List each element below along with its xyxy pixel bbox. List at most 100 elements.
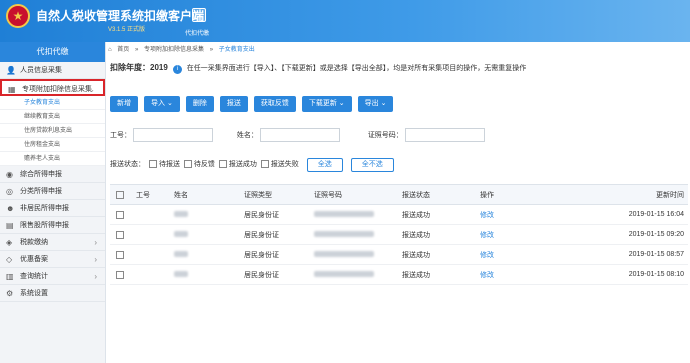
corp-icon[interactable] <box>192 8 206 22</box>
table-row: 居民身份证 报送成功 修改 2019-01-15 09:20 <box>110 224 688 245</box>
time-cell: 2019-01-15 16:04 <box>536 204 688 225</box>
sidebar-item-categorized[interactable]: ◎ 分类所得申报 <box>0 183 105 200</box>
filter-fields: 工号： 姓名： 证照号码： <box>110 128 485 142</box>
checkbox-pending-report[interactable] <box>148 160 157 169</box>
sidebar-subitem-child-education[interactable]: 子女教育支出 <box>0 96 105 110</box>
checkbox-pending-feedback[interactable] <box>183 160 192 169</box>
chevron-right-icon: › <box>94 255 97 264</box>
download-update-button[interactable]: 下载更新 ⌄ <box>301 96 352 112</box>
get-feedback-button[interactable]: 获取反馈 <box>253 96 296 112</box>
sidebar-item-preferential[interactable]: ◇ 优惠备案 › <box>0 251 105 268</box>
col-name: 姓名 <box>170 184 240 205</box>
sidebar-item-special-deduction[interactable]: ▦ 专项附加扣除信息采集 ⌄ <box>0 79 105 96</box>
edit-link[interactable]: 修改 <box>476 224 536 245</box>
sidebar-subitem-continuing-education[interactable]: 继续教育支出 <box>0 110 105 124</box>
status-cell: 报送成功 <box>398 224 476 245</box>
app-header: ★ 自然人税收管理系统扣缴客户端 V3.1.5 正式版 代扣代缴 <box>0 0 690 42</box>
table-row: 居民身份证 报送成功 修改 2019-01-15 08:57 <box>110 244 688 265</box>
sidebar-item-tax-payment[interactable]: ◈ 税款缴纳 › <box>0 234 105 251</box>
col-op: 操作 <box>476 184 536 205</box>
id-no-redacted <box>314 270 374 277</box>
row-checkbox[interactable] <box>116 250 124 259</box>
row-checkbox[interactable] <box>116 210 124 219</box>
table-row: 居民身份证 报送成功 修改 2019-01-15 08:10 <box>110 264 688 285</box>
table-header-row: 工号 姓名 证照类型 证照号码 报送状态 操作 更新时间 <box>110 184 688 205</box>
chevron-right-icon: › <box>94 272 97 281</box>
job-no-label: 工号： <box>110 131 131 139</box>
status-cell: 报送成功 <box>398 244 476 265</box>
id-type-cell: 居民身份证 <box>240 204 310 225</box>
name-redacted <box>174 230 188 237</box>
time-cell: 2019-01-15 09:20 <box>536 224 688 245</box>
id-no-input[interactable] <box>404 128 485 142</box>
sidebar-subitem-housing-rent[interactable]: 住房租金支出 <box>0 138 105 152</box>
table-row: 居民身份证 报送成功 修改 2019-01-15 16:04 <box>110 204 688 225</box>
id-type-cell: 居民身份证 <box>240 224 310 245</box>
categorized-icon: ◎ <box>6 187 13 196</box>
payment-icon: ◈ <box>6 238 13 247</box>
row-checkbox[interactable] <box>116 230 124 239</box>
sidebar-subitem-housing-loan[interactable]: 住房贷款利息支出 <box>0 124 105 138</box>
status-label: 报送状态： <box>110 161 145 168</box>
chevron-down-icon: ⌄ <box>380 100 387 107</box>
corp-label[interactable]: 代扣代缴 <box>185 28 209 37</box>
chevron-down-icon: ⌄ <box>166 100 173 107</box>
deduction-year: 扣除年度：2019 <box>110 63 168 72</box>
tax-emblem-icon: ★ <box>6 4 30 28</box>
id-no-label: 证照号码： <box>367 131 403 139</box>
chevron-down-icon: ⌄ <box>338 100 345 107</box>
person-icon: 👤 <box>6 66 16 75</box>
sidebar-item-person-info[interactable]: 👤 人员信息采集 <box>0 62 105 79</box>
row-checkbox[interactable] <box>116 270 124 279</box>
query-icon: ▥ <box>6 272 14 281</box>
status-cell: 报送成功 <box>398 264 476 285</box>
app-version: V3.1.5 正式版 <box>108 27 146 33</box>
breadcrumb-home[interactable]: 首页 <box>117 47 129 53</box>
name-redacted <box>174 270 188 277</box>
checkbox-report-failed[interactable] <box>260 160 269 169</box>
name-redacted <box>174 210 188 217</box>
sidebar: 代扣代缴 👤 人员信息采集 ▦ 专项附加扣除信息采集 ⌄ 子女教育支出 继续教育… <box>0 42 106 363</box>
col-status: 报送状态 <box>398 184 476 205</box>
sidebar-subitem-elderly-support[interactable]: 赡养老人支出 <box>0 152 105 166</box>
toolbar: 新增 导入 ⌄ 删除 报送 获取反馈 下载更新 ⌄ 导出 ⌄ <box>110 96 394 112</box>
col-id-no: 证照号码 <box>310 184 398 205</box>
edit-link[interactable]: 修改 <box>476 244 536 265</box>
nonresident-icon: ☻ <box>6 204 15 213</box>
report-button[interactable]: 报送 <box>219 96 248 112</box>
id-type-cell: 居民身份证 <box>240 244 310 265</box>
col-update-time: 更新时间 <box>536 184 688 205</box>
edit-link[interactable]: 修改 <box>476 264 536 285</box>
breadcrumb-level1[interactable]: 专项附加扣除信息采集 <box>144 47 204 53</box>
sidebar-item-settings[interactable]: ⚙ 系统设置 <box>0 285 105 302</box>
app-title: 自然人税收管理系统扣缴客户端 <box>36 9 205 23</box>
home-icon[interactable]: ⌂ <box>108 47 112 53</box>
sidebar-item-nonresident[interactable]: ☻ 非居民所得申报 <box>0 200 105 217</box>
comprehensive-icon: ◉ <box>6 170 13 179</box>
checkbox-report-success[interactable] <box>218 160 227 169</box>
delete-button[interactable]: 删除 <box>185 96 214 112</box>
id-no-redacted <box>314 210 374 217</box>
chevron-right-icon: › <box>94 238 97 247</box>
export-button[interactable]: 导出 ⌄ <box>357 96 394 112</box>
status-cell: 报送成功 <box>398 204 476 225</box>
year-row: 扣除年度：2019 i 在任一采集界面进行【导入】、【下载更新】或是选择【导出全… <box>110 62 688 76</box>
add-button[interactable]: 新增 <box>110 96 138 112</box>
select-all-button[interactable]: 全选 <box>306 158 343 172</box>
import-button[interactable]: 导入 ⌄ <box>144 96 180 112</box>
time-cell: 2019-01-15 08:57 <box>536 244 688 265</box>
id-no-redacted <box>314 230 374 237</box>
job-no-input[interactable] <box>132 128 213 142</box>
col-job-no: 工号 <box>132 184 170 205</box>
select-all-checkbox[interactable] <box>116 190 124 199</box>
sidebar-item-restricted-stock[interactable]: ▤ 限售股所得申报 <box>0 217 105 234</box>
name-input[interactable] <box>259 128 340 142</box>
edit-link[interactable]: 修改 <box>476 204 536 225</box>
gear-icon: ⚙ <box>6 289 14 298</box>
select-none-button[interactable]: 全不选 <box>350 158 394 172</box>
sidebar-item-comprehensive[interactable]: ◉ 综合所得申报 <box>0 166 105 183</box>
breadcrumb: ⌂ 首页 » 专项附加扣除信息采集 » 子女教育支出 <box>108 47 255 53</box>
id-type-cell: 居民身份证 <box>240 264 310 285</box>
sidebar-item-query[interactable]: ▥ 查询统计 › <box>0 268 105 285</box>
breadcrumb-level2: 子女教育支出 <box>218 47 255 53</box>
